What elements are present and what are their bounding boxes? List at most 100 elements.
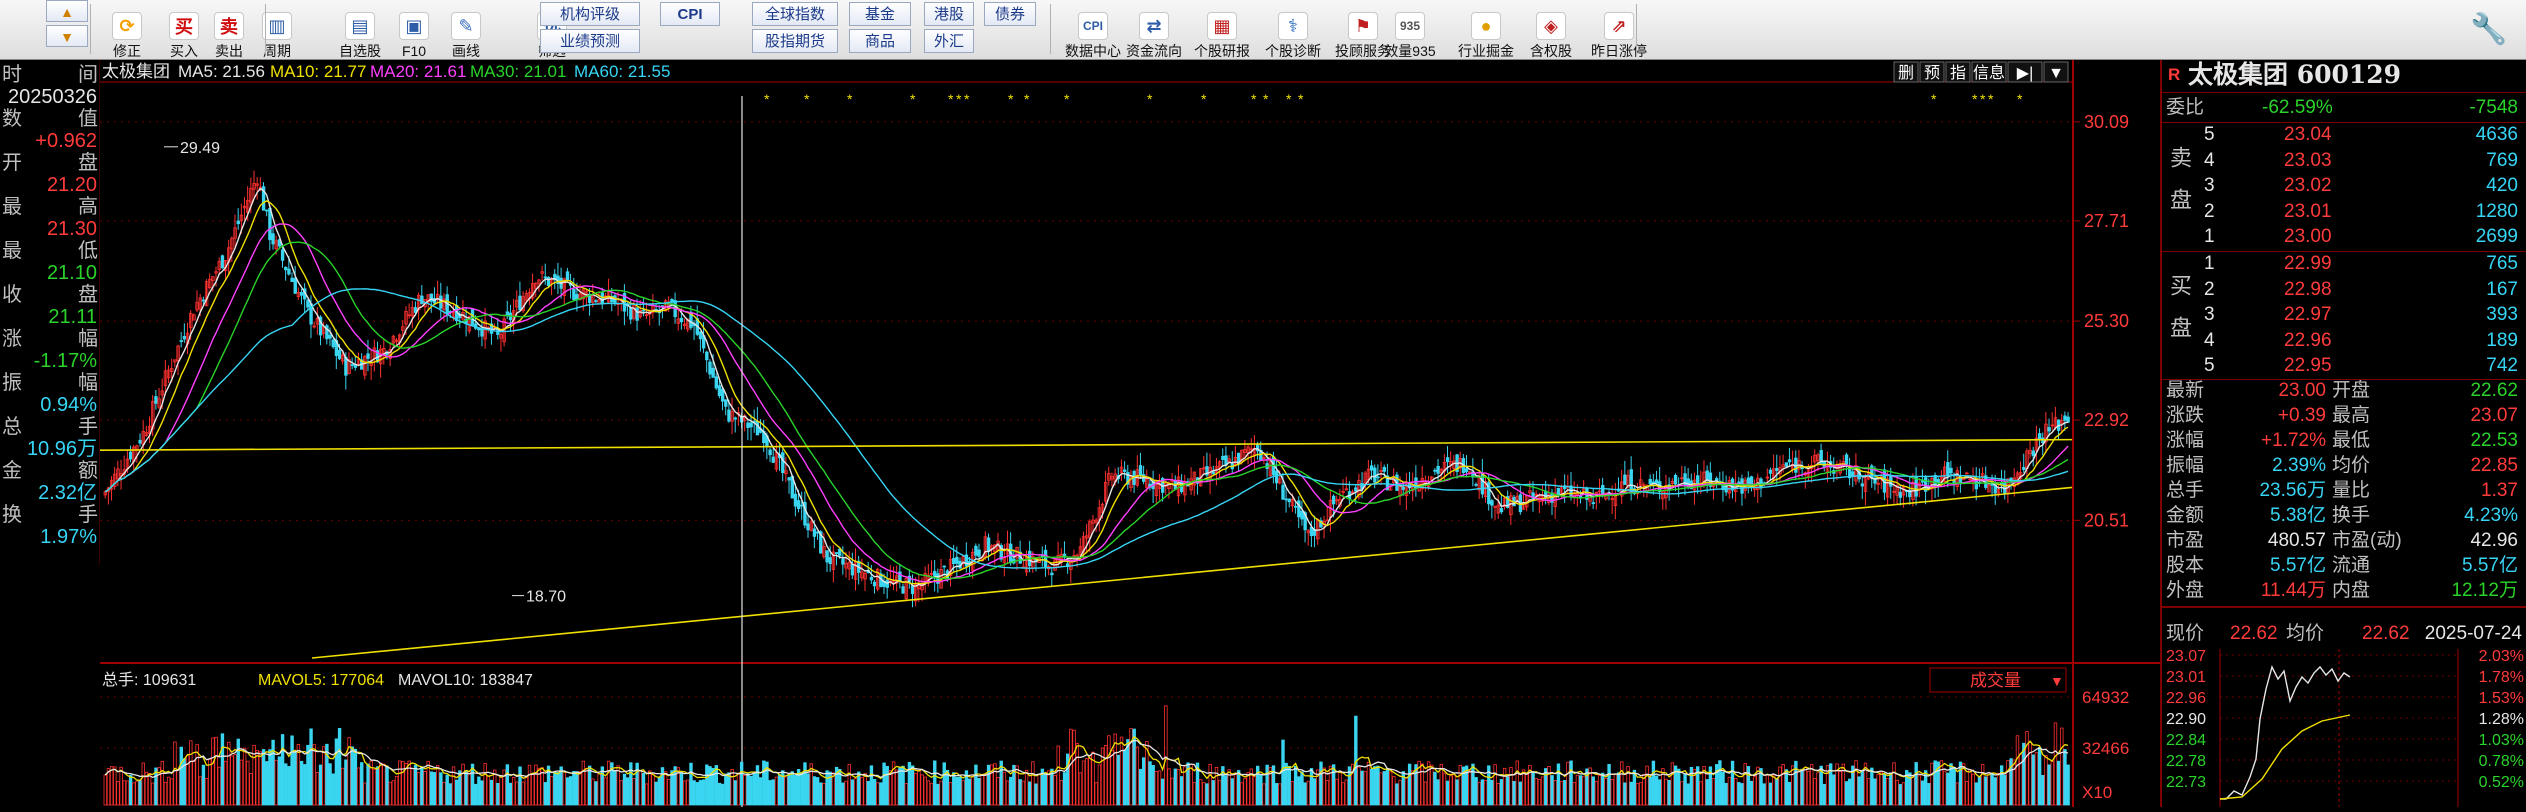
candle-body: [1293, 505, 1298, 508]
candle-body: [2047, 427, 2051, 432]
candle-body: [724, 399, 728, 407]
event-marker[interactable]: *: [1286, 91, 1292, 107]
data-label-char: 总: [2, 416, 22, 438]
stock-title: 太极集团 600129: [2188, 60, 2402, 89]
sell-price[interactable]: 23.01: [2284, 200, 2332, 224]
sell-price[interactable]: 23.03: [2284, 149, 2332, 173]
now-price-label: 现价: [2166, 623, 2205, 644]
candle-body: [543, 276, 548, 279]
candle-body: [201, 299, 206, 302]
volume-indicator-selector[interactable]: 成交量 ▼: [1929, 667, 2067, 693]
scroll-up-button[interactable]: ▲: [46, 0, 88, 22]
scroll-down-button[interactable]: ▼: [46, 25, 88, 47]
chart-tool-button[interactable]: 指: [1945, 61, 1971, 83]
event-marker[interactable]: *: [1064, 91, 1070, 107]
event-marker[interactable]: *: [1298, 91, 1304, 107]
candle-body: [1433, 469, 1437, 472]
chart-tool-button-label[interactable]: ▼: [2048, 65, 2064, 82]
event-marker[interactable]: *: [1008, 91, 1014, 107]
buy-price[interactable]: 22.99: [2284, 252, 2332, 276]
kline-chart-area[interactable]: 30.09 27.71 25.30 22.92 20.51 太极集团 MA5: 21.56 M…: [99, 60, 2172, 807]
candle-body: [768, 449, 772, 456]
forex-button[interactable]: 外汇: [924, 29, 974, 53]
buy-price[interactable]: 22.98: [2284, 278, 2332, 302]
data-label-char: 最: [2, 240, 22, 262]
event-marker[interactable]: *: [910, 91, 916, 107]
buy-price[interactable]: 22.97: [2284, 303, 2332, 327]
event-marker[interactable]: *: [1024, 91, 1030, 107]
chart-tool-button-label[interactable]: ▶|: [2017, 65, 2033, 82]
event-marker[interactable]: *: [847, 91, 853, 107]
chart-tool-button[interactable]: 信息: [1971, 61, 2007, 83]
volume-indicator-label[interactable]: 成交量: [1970, 671, 2021, 690]
chart-tool-button-label[interactable]: 信息: [1973, 64, 2005, 82]
chart-tool-button[interactable]: ▶|: [2007, 61, 2043, 83]
sell-price[interactable]: 23.02: [2284, 174, 2332, 198]
volume-bar: [268, 749, 272, 806]
perf-forecast-button[interactable]: 业绩预测: [540, 29, 640, 53]
chart-tool-button-label[interactable]: 删: [1898, 64, 1914, 82]
toolbar-data-center-button[interactable]: CPI 数据中心: [1059, 1, 1127, 59]
volume-bar: [952, 772, 956, 806]
volume-bar: [670, 770, 674, 806]
toolbar-volume-button[interactable]: 935 效量935: [1376, 1, 1444, 59]
volume-bar: [872, 779, 877, 806]
volume-bar: [1499, 779, 1504, 806]
volume-bar: [1740, 783, 1744, 806]
volume-bar: [1018, 779, 1022, 806]
event-marker[interactable]: *: [804, 91, 810, 107]
toolbar-industry-button[interactable]: ● 行业掘金: [1452, 1, 1520, 59]
event-marker[interactable]: *: [1263, 91, 1269, 107]
hk-stock-button[interactable]: 港股: [924, 2, 974, 26]
kline-chart-svg[interactable]: 30.09 27.71 25.30 22.92 20.51 太极集团 MA5: 21.56 M…: [99, 60, 2172, 807]
commodity-button[interactable]: 商品: [849, 29, 911, 53]
event-marker[interactable]: *: [964, 91, 970, 107]
sell-price[interactable]: 23.04: [2284, 123, 2332, 147]
stat-value: 5.38亿: [2270, 505, 2326, 526]
chart-tool-button[interactable]: 预: [1919, 61, 1945, 83]
buy-price[interactable]: 22.96: [2284, 329, 2332, 353]
data-label: 数值: [2, 108, 98, 130]
event-marker[interactable]: *: [1251, 91, 1257, 107]
chevron-down-icon[interactable]: ▼: [2050, 673, 2064, 689]
chart-tool-button[interactable]: ▼: [2043, 61, 2069, 83]
fund-button[interactable]: 基金: [849, 2, 911, 26]
index-futures-button[interactable]: 股指期货: [752, 29, 838, 53]
global-index-button[interactable]: 全球指数: [752, 2, 838, 26]
chart-tool-button[interactable]: 删: [1893, 61, 1919, 83]
event-marker[interactable]: *: [956, 91, 962, 107]
event-marker[interactable]: *: [1988, 91, 1994, 107]
event-marker[interactable]: *: [1931, 91, 1937, 107]
candle-body: [977, 549, 981, 557]
toolbar-limit-up-button[interactable]: ⇗ 昨日涨停: [1585, 1, 1653, 59]
event-marker[interactable]: *: [1201, 91, 1207, 107]
bond-button[interactable]: 债券: [984, 2, 1036, 26]
cursor-data-panel: 时间 20250326 数值 +0.962 开盘 21.20 最高 21.30 最低 21.10 收…: [0, 60, 100, 565]
toolbar-label: 资金流向: [1126, 43, 1182, 59]
toolbar-fund-flow-button[interactable]: ⇄ 资金流向: [1120, 1, 1188, 59]
toolbar-draw-line-button[interactable]: ✎ 画线: [432, 1, 500, 59]
y-tick-label: 20.51: [2084, 510, 2129, 530]
chart-tool-button-label[interactable]: 预: [1924, 64, 1940, 82]
toolbar-diagnosis-button[interactable]: ⚕ 个股诊断: [1259, 1, 1327, 59]
intraday-mini-chart[interactable]: 23.07 2.03% 23.01 1.78% 22.96 1.53% 22.90 1.28%…: [2162, 649, 2526, 807]
event-marker[interactable]: *: [2017, 91, 2023, 107]
org-rating-button[interactable]: 机构评级: [540, 2, 640, 26]
toolbar-rights-button[interactable]: ◈ 含权股: [1517, 1, 1585, 59]
event-marker[interactable]: *: [1980, 91, 1986, 107]
mini-y-tick-left: 23.07: [2166, 649, 2206, 665]
volume-bar: [1531, 771, 1535, 806]
toolbar-period-button[interactable]: ▥ 周期: [243, 1, 311, 59]
cpi-dropdown[interactable]: CPI: [660, 2, 720, 26]
buy-price[interactable]: 22.95: [2284, 354, 2332, 378]
volume-bar: [1927, 783, 1931, 806]
event-marker[interactable]: *: [1972, 91, 1978, 107]
volume-bar: [1544, 768, 1548, 806]
sell-price[interactable]: 23.00: [2284, 225, 2332, 249]
event-marker[interactable]: *: [1147, 91, 1153, 107]
chart-tool-button-label[interactable]: 指: [1950, 64, 1966, 82]
event-marker[interactable]: *: [764, 91, 770, 107]
wrench-icon[interactable]: 🔧: [2470, 12, 2507, 47]
toolbar-research-report-button[interactable]: ▦ 个股研报: [1188, 1, 1256, 59]
event-marker[interactable]: *: [948, 91, 954, 107]
